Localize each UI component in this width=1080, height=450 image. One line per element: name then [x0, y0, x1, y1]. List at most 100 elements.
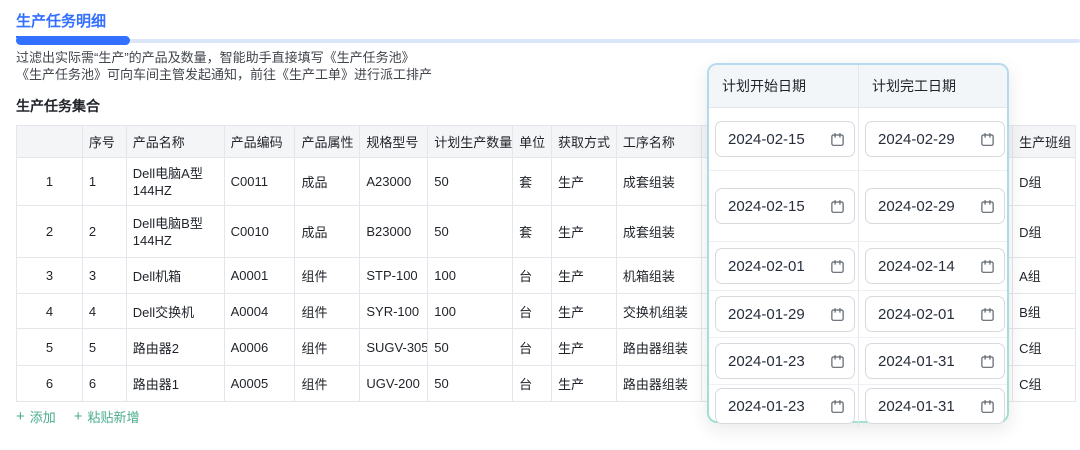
cell-product-name: Dell机箱 — [127, 258, 225, 293]
calendar-icon[interactable] — [830, 307, 845, 322]
plan-start-date-value: 2024-01-23 — [728, 398, 805, 415]
plan-start-date-input[interactable]: 2024-01-29 — [715, 296, 855, 332]
cell-product-name: Dell电脑A型 144HZ — [127, 158, 225, 205]
col-header-spec: 规格型号 — [360, 126, 428, 157]
plan-start-date-value: 2024-02-15 — [728, 131, 805, 148]
cell-seq: 5 — [83, 329, 127, 365]
col-header-method: 获取方式 — [552, 126, 617, 157]
plan-end-date-input[interactable]: 2024-02-01 — [865, 296, 1005, 332]
overlay-header-plan-start: 计划开始日期 — [709, 65, 859, 107]
overlay-header-row: 计划开始日期 计划完工日期 — [709, 65, 1007, 108]
plan-start-date-input[interactable]: 2024-01-23 — [715, 343, 855, 379]
calendar-icon[interactable] — [830, 132, 845, 147]
cell-unit: 台 — [513, 294, 552, 328]
cell-product-attr: 成品 — [295, 206, 360, 257]
cell-spec: B23000 — [360, 206, 428, 257]
cell-product-code: C0011 — [225, 158, 296, 205]
plan-end-date-value: 2024-01-31 — [878, 398, 955, 415]
add-row-label: 添加 — [30, 407, 56, 426]
cell-product-code: C0010 — [225, 206, 296, 257]
cell-product-code: A0004 — [225, 294, 296, 328]
overlay-header-plan-end: 计划完工日期 — [859, 65, 1007, 107]
calendar-icon[interactable] — [830, 354, 845, 369]
cell-method: 生产 — [552, 258, 617, 293]
plan-end-date-input[interactable]: 2024-01-31 — [865, 388, 1005, 424]
calendar-icon[interactable] — [980, 307, 995, 322]
row-index: 2 — [17, 206, 83, 257]
progress-fill — [16, 36, 130, 45]
cell-product-name: Dell电脑B型 144HZ — [127, 206, 225, 257]
row-index: 6 — [17, 366, 83, 401]
cell-product-code: A0005 — [225, 366, 296, 401]
cell-unit: 台 — [513, 329, 552, 365]
plan-end-date-input[interactable]: 2024-02-29 — [865, 188, 1005, 224]
cell-method: 生产 — [552, 366, 617, 401]
calendar-icon[interactable] — [980, 132, 995, 147]
col-header-seq: 序号 — [83, 126, 127, 157]
plan-start-date-value: 2024-02-01 — [728, 258, 805, 275]
plus-icon: + — [74, 409, 83, 424]
overlay-row: 2024-02-01 2024-02-14 — [709, 241, 1007, 290]
cell-process: 成套组装 — [617, 206, 702, 257]
cell-seq: 2 — [83, 206, 127, 257]
progress-track — [16, 39, 1080, 43]
row-index: 5 — [17, 329, 83, 365]
tab-production-task-detail[interactable]: 生产任务明细 — [16, 10, 106, 38]
cell-product-attr: 组件 — [295, 258, 360, 293]
overlay-row: 2024-01-23 2024-01-31 — [709, 384, 1007, 427]
cell-product-attr: 组件 — [295, 366, 360, 401]
overlay-row: 2024-01-23 2024-01-31 — [709, 337, 1007, 384]
calendar-icon[interactable] — [980, 259, 995, 274]
cell-product-attr: 成品 — [295, 158, 360, 205]
col-header-index — [17, 126, 83, 157]
plan-end-date-value: 2024-01-31 — [878, 353, 955, 370]
row-index: 1 — [17, 158, 83, 205]
plan-start-date-value: 2024-01-29 — [728, 306, 805, 323]
cell-method: 生产 — [552, 158, 617, 205]
plan-start-date-input[interactable]: 2024-01-23 — [715, 388, 855, 424]
cell-qty: 50 — [428, 158, 513, 205]
cell-unit: 套 — [513, 158, 552, 205]
cell-team: C组 — [1013, 329, 1075, 365]
add-row-button[interactable]: + 添加 — [16, 407, 56, 426]
calendar-icon[interactable] — [980, 399, 995, 414]
calendar-icon[interactable] — [980, 199, 995, 214]
plan-end-date-value: 2024-02-14 — [878, 258, 955, 275]
plan-start-date-input[interactable]: 2024-02-01 — [715, 248, 855, 284]
calendar-icon[interactable] — [830, 399, 845, 414]
plan-end-date-input[interactable]: 2024-02-29 — [865, 121, 1005, 157]
cell-team: D组 — [1013, 158, 1075, 205]
overlay-row: 2024-01-29 2024-02-01 — [709, 290, 1007, 337]
plan-start-date-input[interactable]: 2024-02-15 — [715, 121, 855, 157]
table-footer-actions: + 添加 + 粘贴新增 — [16, 407, 140, 426]
plus-icon: + — [16, 409, 25, 424]
description-line-1: 过滤出实际需“生产”的产品及数量，智能助手直接填写《生产任务池》 — [16, 49, 432, 66]
cell-unit: 台 — [513, 366, 552, 401]
plan-end-date-input[interactable]: 2024-01-31 — [865, 343, 1005, 379]
col-header-unit: 单位 — [513, 126, 552, 157]
cell-team: A组 — [1013, 258, 1075, 293]
cell-team: B组 — [1013, 294, 1075, 328]
calendar-icon[interactable] — [980, 354, 995, 369]
paste-add-button[interactable]: + 粘贴新增 — [74, 407, 140, 426]
plan-start-date-value: 2024-01-23 — [728, 353, 805, 370]
plan-start-date-input[interactable]: 2024-02-15 — [715, 188, 855, 224]
cell-process: 机箱组装 — [617, 258, 702, 293]
plan-end-date-input[interactable]: 2024-02-14 — [865, 248, 1005, 284]
calendar-icon[interactable] — [830, 259, 845, 274]
row-index: 3 — [17, 258, 83, 293]
cell-spec: SUGV-305 — [360, 329, 428, 365]
cell-process: 成套组装 — [617, 158, 702, 205]
cell-spec: UGV-200 — [360, 366, 428, 401]
cell-product-attr: 组件 — [295, 329, 360, 365]
paste-add-label: 粘贴新增 — [88, 407, 140, 426]
cell-seq: 4 — [83, 294, 127, 328]
cell-process: 路由器组装 — [617, 329, 702, 365]
plan-end-date-value: 2024-02-29 — [878, 198, 955, 215]
overlay-row: 2024-02-15 2024-02-29 — [709, 108, 1007, 170]
cell-spec: A23000 — [360, 158, 428, 205]
plan-end-date-value: 2024-02-29 — [878, 131, 955, 148]
calendar-icon[interactable] — [830, 199, 845, 214]
description-line-2: 《生产任务池》可向车间主管发起通知，前往《生产工单》进行派工排产 — [16, 66, 432, 83]
cell-qty: 50 — [428, 329, 513, 365]
